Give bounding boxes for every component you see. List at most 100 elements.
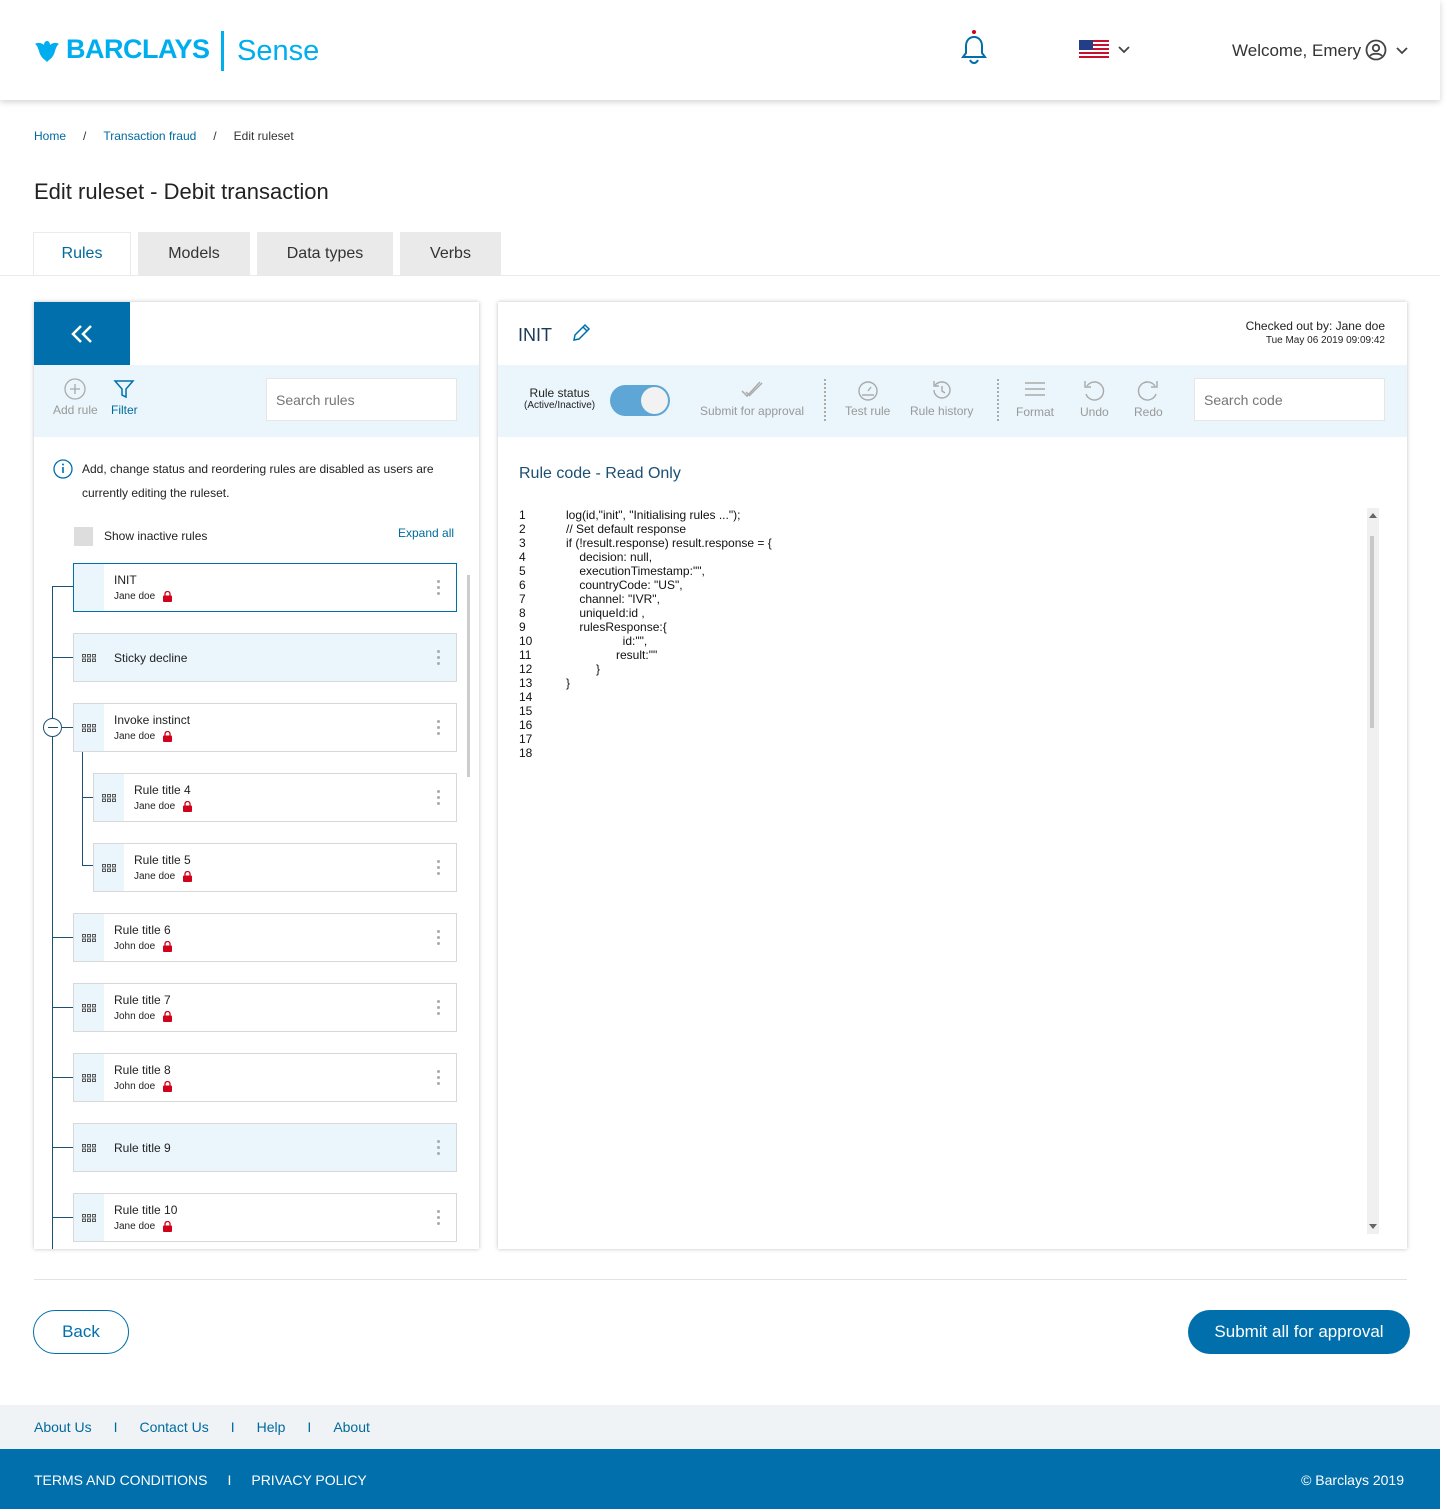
- footer-about[interactable]: About: [333, 1419, 370, 1435]
- format-button[interactable]: Format: [1016, 379, 1054, 419]
- rule-history-button[interactable]: Rule history: [910, 379, 973, 418]
- double-check-icon: [741, 381, 763, 398]
- more-options-icon[interactable]: [428, 1000, 448, 1015]
- scroll-up-arrow-icon[interactable]: [1369, 512, 1377, 518]
- barclays-logo[interactable]: BARCLAYS: [34, 34, 210, 65]
- rule-editor-panel: INIT Checked out by: Jane doe Tue May 06…: [498, 302, 1407, 1249]
- language-chevron-down-icon[interactable]: [1118, 41, 1130, 57]
- tab-divider: [0, 275, 1440, 276]
- more-options-icon[interactable]: [428, 1210, 448, 1225]
- tree-connector: [52, 1147, 73, 1148]
- more-options-icon[interactable]: [428, 1140, 448, 1155]
- scroll-thumb[interactable]: [1370, 536, 1374, 728]
- code-text: if (!result.response) result.response = …: [566, 536, 772, 550]
- rule-item-rule-title-6[interactable]: Rule title 6 John doe: [73, 913, 457, 962]
- checkout-info: Checked out by: Jane doe Tue May 06 2019…: [1246, 319, 1385, 346]
- user-menu-chevron-down-icon[interactable]: [1396, 42, 1408, 58]
- code-section-title: Rule code - Read Only: [519, 465, 681, 482]
- code-line: 1 log(id,"init", "Initialising rules ..."…: [519, 508, 1369, 522]
- collapse-group-minus-icon[interactable]: [43, 718, 62, 737]
- scroll-down-arrow-icon[interactable]: [1369, 1224, 1377, 1230]
- rule-status-toggle[interactable]: [610, 385, 670, 416]
- undo-button[interactable]: Undo: [1080, 379, 1109, 419]
- drag-handle-grid-icon[interactable]: [94, 774, 124, 821]
- format-lines-icon: [1025, 382, 1045, 396]
- tree-connector: [52, 1217, 73, 1218]
- submit-all-button[interactable]: Submit all for approval: [1188, 1310, 1410, 1354]
- rule-item-rule-title-10[interactable]: Rule title 10 Jane doe: [73, 1193, 457, 1242]
- more-options-icon[interactable]: [428, 720, 448, 735]
- rule-item-sticky-decline[interactable]: Sticky decline: [73, 633, 457, 682]
- search-rules-input[interactable]: [266, 378, 457, 421]
- rule-item-rule-title-4[interactable]: Rule title 4 Jane doe: [93, 773, 457, 822]
- drag-handle[interactable]: [74, 564, 104, 611]
- breadcrumb-transaction-fraud[interactable]: Transaction fraud: [103, 129, 196, 143]
- show-inactive-checkbox[interactable]: [74, 527, 93, 546]
- test-rule-button[interactable]: Test rule: [845, 379, 890, 418]
- pencil-edit-icon[interactable]: [571, 323, 591, 343]
- drag-handle-grid-icon[interactable]: [74, 914, 104, 961]
- footer-links: About Us I Contact Us I Help I About: [0, 1405, 1440, 1449]
- tab-rules[interactable]: Rules: [33, 232, 131, 275]
- footer-legal: TERMS AND CONDITIONS I PRIVACY POLICY © …: [0, 1449, 1440, 1509]
- code-line: 8 uniqueId:id ,: [519, 606, 1369, 620]
- rule-item-rule-title-7[interactable]: Rule title 7 John doe: [73, 983, 457, 1032]
- drag-handle-grid-icon[interactable]: [74, 634, 104, 681]
- code-text: rulesResponse:{: [566, 620, 667, 634]
- rules-scrollbar[interactable]: [467, 575, 470, 777]
- footer-contact-us[interactable]: Contact Us: [139, 1419, 208, 1435]
- user-avatar-icon[interactable]: [1365, 39, 1387, 66]
- rule-item-init[interactable]: INIT Jane doe: [73, 563, 457, 612]
- code-viewer: 1 log(id,"init", "Initialising rules ..."…: [519, 508, 1369, 760]
- more-options-icon[interactable]: [428, 1070, 448, 1085]
- drag-handle-grid-icon[interactable]: [74, 1124, 104, 1171]
- code-scrollbar[interactable]: [1367, 508, 1379, 1234]
- drag-handle-grid-icon[interactable]: [74, 1054, 104, 1101]
- footer-divider: [34, 1279, 1407, 1280]
- add-rule-button[interactable]: Add rule: [53, 378, 98, 417]
- search-code-input[interactable]: [1194, 378, 1385, 421]
- redo-button[interactable]: Redo: [1134, 379, 1163, 419]
- line-number: 1: [519, 508, 526, 522]
- tab-data-types[interactable]: Data types: [257, 232, 393, 275]
- footer-about-us[interactable]: About Us: [34, 1419, 92, 1435]
- rule-name: Rule title 7: [114, 993, 171, 1007]
- us-flag-icon[interactable]: [1079, 40, 1109, 65]
- terms-link[interactable]: TERMS AND CONDITIONS: [34, 1472, 207, 1488]
- back-button[interactable]: Back: [33, 1310, 129, 1354]
- rule-item-invoke-instinct[interactable]: Invoke instinct Jane doe: [73, 703, 457, 752]
- line-number: 3: [519, 536, 526, 550]
- footer-separator: I: [227, 1472, 232, 1488]
- rule-name: Rule title 5: [134, 853, 191, 867]
- code-text: }: [566, 662, 601, 676]
- more-options-icon[interactable]: [428, 860, 448, 875]
- code-text: channel: "IVR",: [566, 592, 660, 606]
- rule-item-rule-title-5[interactable]: Rule title 5 Jane doe: [93, 843, 457, 892]
- drag-handle-grid-icon[interactable]: [74, 984, 104, 1031]
- submit-for-approval-button[interactable]: Submit for approval: [700, 379, 804, 418]
- tab-verbs[interactable]: Verbs: [400, 232, 501, 275]
- rule-item-rule-title-8[interactable]: Rule title 8 John doe: [73, 1053, 457, 1102]
- show-inactive-label: Show inactive rules: [104, 529, 208, 543]
- tab-models[interactable]: Models: [138, 232, 250, 275]
- drag-handle-grid-icon[interactable]: [74, 704, 104, 751]
- more-options-icon[interactable]: [428, 790, 448, 805]
- privacy-link[interactable]: PRIVACY POLICY: [251, 1472, 366, 1488]
- notification-bell-icon[interactable]: [960, 29, 988, 70]
- more-options-icon[interactable]: [428, 930, 448, 945]
- drag-handle-grid-icon[interactable]: [94, 844, 124, 891]
- filter-button[interactable]: Filter: [111, 378, 138, 417]
- rule-owner: John doe: [114, 1011, 156, 1022]
- footer-help[interactable]: Help: [257, 1419, 286, 1435]
- more-options-icon[interactable]: [428, 650, 448, 665]
- breadcrumb-home[interactable]: Home: [34, 129, 66, 143]
- logo-divider: [221, 31, 224, 71]
- more-options-icon[interactable]: [428, 580, 448, 595]
- collapse-panel-button[interactable]: [34, 302, 130, 365]
- expand-all-link[interactable]: Expand all: [398, 526, 454, 540]
- drag-handle-grid-icon[interactable]: [74, 1194, 104, 1241]
- code-line: 2 // Set default response: [519, 522, 1369, 536]
- info-message: Add, change status and reordering rules …: [53, 457, 443, 505]
- line-number: 12: [519, 662, 533, 676]
- rule-item-rule-title-9[interactable]: Rule title 9: [73, 1123, 457, 1172]
